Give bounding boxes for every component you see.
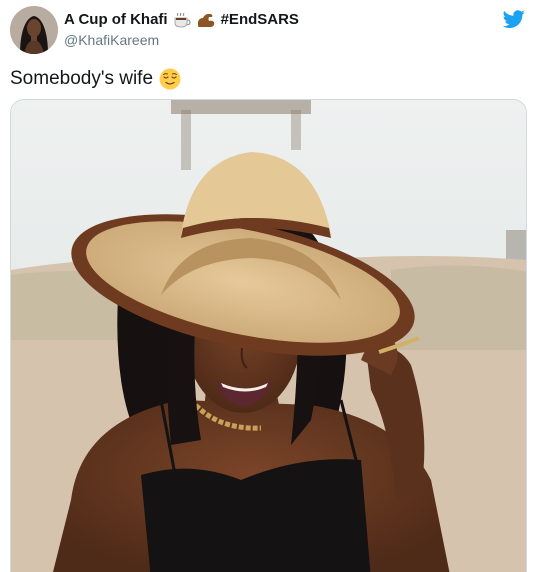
avatar-image [10, 6, 58, 54]
author-name-row[interactable]: A Cup of Khafi #EndSARS [64, 11, 299, 28]
twitter-bird-icon[interactable] [503, 8, 525, 30]
author-avatar[interactable] [10, 6, 58, 54]
tweet-media-photo[interactable] [10, 99, 527, 572]
photo-woman-in-sun-hat [11, 100, 526, 572]
author-display-name[interactable]: A Cup of Khafi [64, 11, 168, 28]
tweet-text: Somebody's wife [10, 68, 154, 89]
relieved-face-icon [159, 68, 181, 90]
hot-beverage-icon [173, 12, 191, 28]
author-hashtag[interactable]: #EndSARS [221, 11, 299, 28]
tweet-text-row: Somebody's wife [10, 68, 181, 90]
flexed-biceps-icon [196, 12, 216, 28]
author-handle[interactable]: @KhafiKareem [64, 32, 159, 48]
tweet-card: A Cup of Khafi #EndSARS @KhafiKareem Som… [0, 0, 535, 572]
